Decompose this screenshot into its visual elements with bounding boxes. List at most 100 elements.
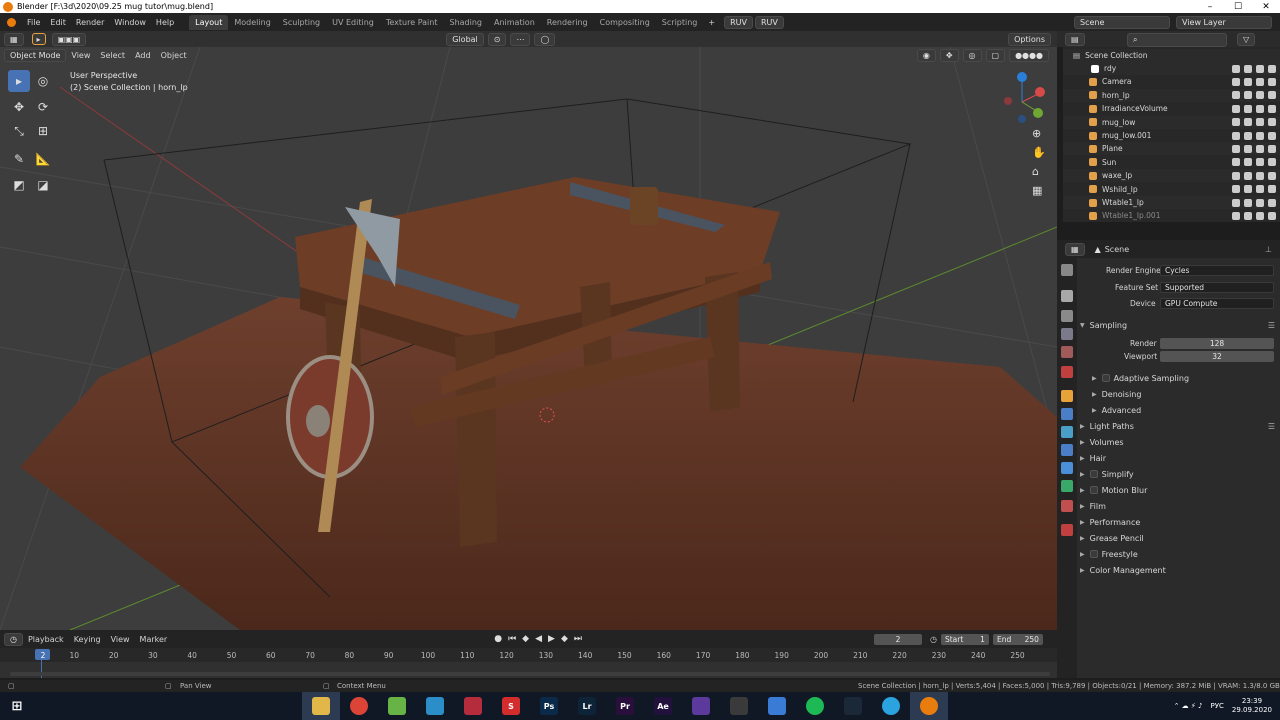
- visibility-icon[interactable]: ◉: [916, 49, 936, 62]
- visibility-toggles[interactable]: [1232, 185, 1276, 194]
- taskbar-premiere[interactable]: Pr: [606, 692, 644, 720]
- viewport-toggle-icon[interactable]: [1256, 64, 1264, 73]
- eye-icon[interactable]: [1244, 198, 1252, 207]
- filter-icon[interactable]: ▽: [1237, 33, 1256, 46]
- particles-tab-icon[interactable]: [1061, 426, 1073, 438]
- timeline-scrollbar[interactable]: [10, 672, 1050, 676]
- xray-icon[interactable]: ▢: [985, 49, 1006, 62]
- pan-hand-icon[interactable]: ✋: [1032, 146, 1046, 159]
- outliner-search-input[interactable]: ⌕: [1127, 33, 1227, 47]
- blender-menu-icon[interactable]: [4, 16, 18, 28]
- taskbar-lightroom[interactable]: Lr: [568, 692, 606, 720]
- transform-tool-icon[interactable]: ⊞: [32, 120, 54, 142]
- select-mode-buttons[interactable]: ▣▣▣: [51, 32, 87, 46]
- texture-tab-icon[interactable]: [1061, 524, 1073, 536]
- add-mesh-tool-icon[interactable]: ◪: [32, 174, 54, 196]
- select-toggle-icon[interactable]: [1232, 144, 1240, 153]
- mode-dropdown[interactable]: Object Mode: [4, 49, 67, 62]
- tab-animation[interactable]: Animation: [488, 15, 541, 30]
- marker-menu[interactable]: Marker: [135, 635, 173, 644]
- keying-menu[interactable]: Keying: [69, 635, 106, 644]
- ruv-button-1[interactable]: RUV: [724, 15, 753, 29]
- eye-icon[interactable]: [1244, 158, 1252, 167]
- panel-checkbox[interactable]: [1089, 470, 1098, 478]
- outliner-item[interactable]: IrradianceVolume: [1063, 102, 1280, 115]
- menu-object[interactable]: Object: [156, 51, 192, 60]
- scene-tab-icon[interactable]: [1061, 346, 1073, 358]
- eye-icon[interactable]: [1244, 171, 1252, 180]
- panel-simplify[interactable]: ▶ Simplify: [1080, 467, 1275, 481]
- scale-tool-icon[interactable]: ⤡: [8, 120, 30, 142]
- visibility-toggles[interactable]: [1232, 77, 1276, 86]
- zoom-icon[interactable]: ⊕: [1032, 127, 1046, 140]
- eye-icon[interactable]: [1244, 211, 1252, 220]
- next-key-icon[interactable]: ◆: [561, 634, 568, 644]
- current-frame-field[interactable]: 2: [873, 633, 922, 645]
- outliner-item[interactable]: mug_low: [1063, 115, 1280, 129]
- menu-select[interactable]: Select: [95, 51, 130, 60]
- measure-tool-icon[interactable]: 📐: [32, 148, 54, 170]
- list-icon[interactable]: ☰: [1268, 422, 1275, 431]
- visibility-toggles[interactable]: [1232, 131, 1276, 140]
- tab-uv-editing[interactable]: UV Editing: [326, 15, 380, 30]
- taskbar-after-effects[interactable]: Ae: [644, 692, 682, 720]
- render-toggle-icon[interactable]: [1268, 171, 1276, 180]
- maximize-button[interactable]: ☐: [1224, 2, 1252, 12]
- tab-scripting[interactable]: Scripting: [656, 15, 704, 30]
- taskbar-app-s[interactable]: S: [492, 692, 530, 720]
- 3d-viewport[interactable]: User Perspective (2) Scene Collection | …: [0, 47, 1057, 630]
- view-layer-selector[interactable]: View Layer: [1176, 15, 1272, 29]
- taskbar-app-red[interactable]: [454, 692, 492, 720]
- render-toggle-icon[interactable]: [1268, 104, 1276, 113]
- end-frame-field[interactable]: End 250: [992, 633, 1043, 645]
- cursor-tool-icon[interactable]: ◎: [32, 70, 54, 92]
- taskbar-chrome[interactable]: [340, 692, 378, 720]
- tab-compositing[interactable]: Compositing: [594, 15, 656, 30]
- viewport-toggle-icon[interactable]: [1256, 118, 1264, 127]
- advanced-header[interactable]: ▶ Advanced: [1092, 403, 1272, 417]
- visibility-toggles[interactable]: [1232, 171, 1276, 180]
- feature-set-dropdown[interactable]: Supported: [1160, 282, 1274, 293]
- render-toggle-icon[interactable]: [1268, 185, 1276, 194]
- taskbar-spotify[interactable]: [796, 692, 834, 720]
- select-toggle-icon[interactable]: [1232, 118, 1240, 127]
- select-toggle-icon[interactable]: [1232, 171, 1240, 180]
- physics-tab-icon[interactable]: [1061, 444, 1073, 456]
- outliner-item[interactable]: mug_low.001: [1063, 129, 1280, 142]
- tab-sculpting[interactable]: Sculpting: [277, 15, 326, 30]
- options-dropdown[interactable]: Options: [1008, 32, 1051, 46]
- pin-icon[interactable]: ⊥: [1265, 245, 1272, 254]
- select-toggle-icon[interactable]: [1232, 77, 1240, 86]
- overlays-icon[interactable]: ◎: [962, 49, 982, 62]
- play-icon[interactable]: ▶: [548, 634, 555, 644]
- ruv-button-2[interactable]: RUV: [754, 15, 784, 29]
- gizmo-icon[interactable]: ✥: [939, 49, 959, 62]
- menu-help[interactable]: Help: [151, 18, 179, 27]
- viewport-toggle-icon[interactable]: [1256, 158, 1264, 167]
- close-button[interactable]: ✕: [1252, 2, 1280, 12]
- viewport-toggle-icon[interactable]: [1256, 198, 1264, 207]
- ortho-grid-icon[interactable]: ▦: [1032, 184, 1046, 197]
- clock[interactable]: 23:39 29.09.2020: [1232, 697, 1272, 715]
- taskbar-app-fox[interactable]: [720, 692, 758, 720]
- panel-hair[interactable]: ▶ Hair: [1080, 451, 1275, 465]
- viewport-toggle-icon[interactable]: [1256, 171, 1264, 180]
- visibility-toggles[interactable]: [1232, 211, 1276, 220]
- eye-icon[interactable]: [1244, 104, 1252, 113]
- outliner-item[interactable]: Plane: [1063, 142, 1280, 156]
- rotate-tool-icon[interactable]: ⟳: [32, 96, 54, 118]
- select-toggle-icon[interactable]: [1232, 211, 1240, 220]
- taskbar-app-purple[interactable]: [682, 692, 720, 720]
- annotate-tool-icon[interactable]: ✎: [8, 148, 30, 170]
- panel-checkbox[interactable]: [1089, 486, 1098, 494]
- list-icon[interactable]: ☰: [1268, 321, 1275, 330]
- material-tab-icon[interactable]: [1061, 500, 1073, 512]
- add-workspace-button[interactable]: +: [703, 18, 720, 27]
- menu-add[interactable]: Add: [130, 51, 156, 60]
- visibility-toggles[interactable]: [1232, 118, 1276, 127]
- playback-menu[interactable]: Playback: [23, 635, 69, 644]
- prev-key-icon[interactable]: ◆: [522, 634, 529, 644]
- adaptive-sampling-checkbox[interactable]: [1101, 374, 1110, 382]
- output-tab-icon[interactable]: [1061, 310, 1073, 322]
- visibility-toggles[interactable]: [1232, 104, 1276, 113]
